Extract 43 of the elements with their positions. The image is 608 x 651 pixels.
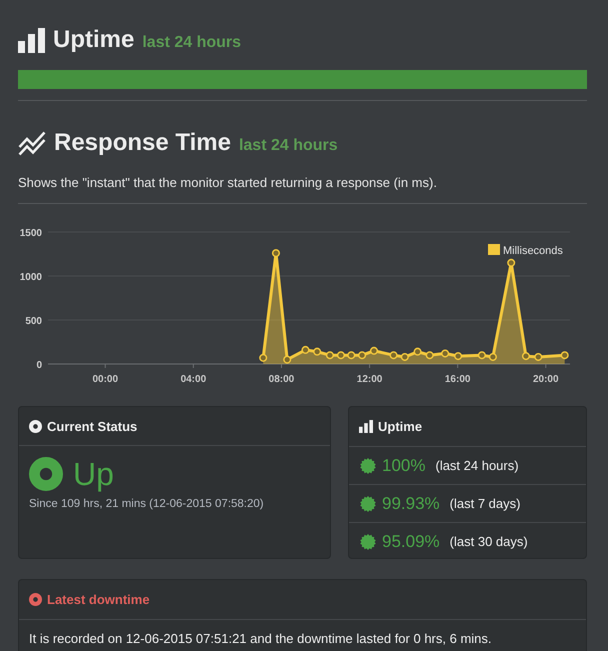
x-axis-label: 16:00 <box>444 374 470 385</box>
uptime-period: (last 24 hours) <box>435 458 519 473</box>
seal-icon <box>360 496 376 512</box>
data-point <box>414 348 422 356</box>
section-subtitle: last 24 hours <box>238 136 338 154</box>
line-chart-icon <box>18 130 46 156</box>
section-title: Uptime <box>53 26 134 54</box>
x-axis-label: 12:00 <box>356 374 382 385</box>
uptime-period: (last 30 days) <box>450 534 528 549</box>
card-title: Current Status <box>47 418 138 434</box>
ring-icon <box>29 420 42 432</box>
downtime-text: It is recorded on 12-06-2015 07:51:21 and the downtime lasted for 0 hrs, 6 mins. <box>28 630 492 648</box>
data-point <box>507 258 516 267</box>
section-title: Response Time <box>54 129 231 157</box>
x-axis-label: 08:00 <box>268 374 294 385</box>
seal-icon <box>360 534 376 550</box>
uptime-percentage: 95.09% <box>382 532 440 552</box>
section-subtitle: last 24 hours <box>142 34 242 52</box>
status-ring-icon <box>29 457 63 491</box>
seal-icon <box>360 458 376 474</box>
x-axis-label: 00:00 <box>92 374 118 385</box>
status-text: Up <box>73 457 114 491</box>
uptime-percentage: 99.93% <box>382 494 440 514</box>
card-title: Uptime <box>378 419 422 434</box>
data-point <box>301 346 310 354</box>
bar-chart-icon <box>359 420 373 433</box>
legend-label: Milliseconds <box>503 245 563 257</box>
data-point <box>441 349 450 358</box>
x-axis-label: 20:00 <box>532 374 559 385</box>
data-point <box>313 348 322 356</box>
uptime-period: (last 7 days) <box>450 496 520 511</box>
y-axis-label: 1500 <box>20 228 42 239</box>
y-axis-label: 1000 <box>20 272 42 283</box>
uptime-percentage: 100% <box>382 456 426 476</box>
card-title: Latest downtime <box>47 592 150 607</box>
status-since: Since 109 hrs, 21 mins (12-06-2015 07:58:20) <box>29 498 265 510</box>
data-point <box>370 346 378 355</box>
bar-chart-icon <box>18 28 45 52</box>
ring-icon <box>29 593 42 606</box>
x-axis-label: 04:00 <box>180 374 206 385</box>
y-axis-label: 500 <box>25 316 42 327</box>
y-axis-label: 0 <box>36 360 42 371</box>
chart-description: Shows the "instant" that the monitor started returning a response (in ms). <box>18 175 438 191</box>
